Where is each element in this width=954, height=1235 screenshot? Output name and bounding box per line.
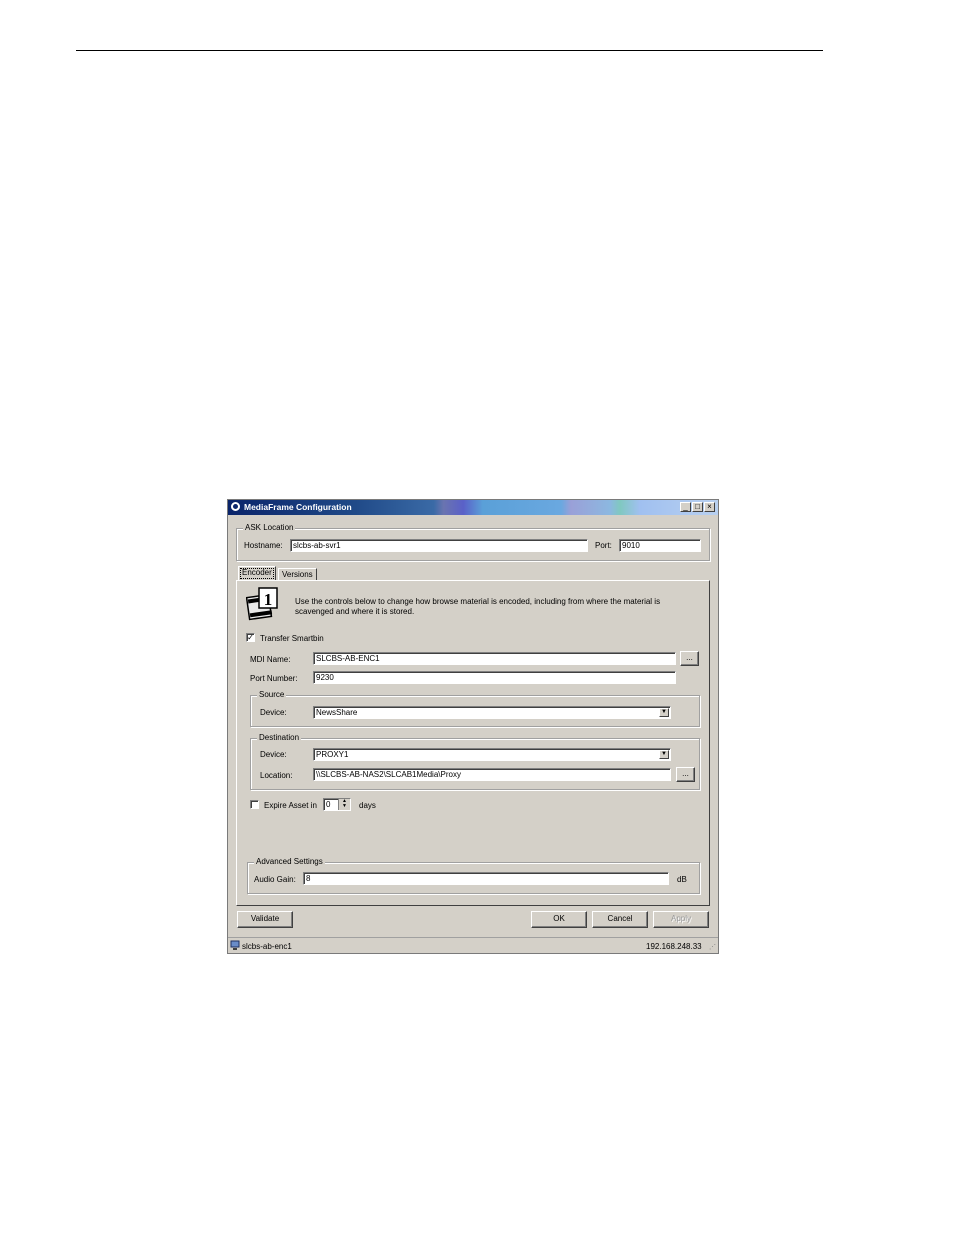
- encoder-film-icon: 1: [246, 587, 278, 621]
- cancel-button[interactable]: Cancel: [592, 911, 648, 928]
- window-title: MediaFrame Configuration: [244, 502, 352, 512]
- destination-device-label: Device:: [260, 750, 287, 759]
- tab-encoder[interactable]: Encoder: [238, 566, 276, 581]
- destination-legend: Destination: [257, 733, 302, 742]
- days-label: days: [359, 801, 376, 810]
- tab-encoder-label: Encoder: [242, 568, 272, 577]
- destination-device-select[interactable]: PROXY1 ▼: [313, 748, 671, 761]
- ask-location-group: ASK Location Hostname: slcbs-ab-svr1 Por…: [236, 523, 710, 561]
- encoder-tab-panel: 1 Use the controls below to change how b…: [236, 580, 710, 906]
- apply-button[interactable]: Apply: [653, 911, 709, 928]
- encoder-description: Use the controls below to change how bro…: [295, 597, 661, 616]
- port-label: Port:: [595, 541, 612, 550]
- source-group: Source Device: NewsShare ▼: [250, 690, 700, 727]
- expire-days-value: 0: [326, 800, 331, 809]
- tab-versions-label: Versions: [282, 570, 313, 579]
- ok-button[interactable]: OK: [531, 911, 587, 928]
- validate-button[interactable]: Validate: [237, 911, 293, 928]
- source-device-select[interactable]: NewsShare ▼: [313, 706, 671, 719]
- resize-grip-icon[interactable]: ⋰: [709, 943, 716, 951]
- advanced-settings-group: Advanced Settings Audio Gain: 8 dB: [247, 857, 700, 894]
- destination-location-input[interactable]: \\SLCBS-AB-NAS2\SLCAB1Media\Proxy: [313, 768, 671, 781]
- status-ip: 192.168.248.33: [646, 942, 702, 951]
- expire-asset-checkbox[interactable]: [250, 800, 259, 809]
- expire-days-input[interactable]: 0 ▲ ▼: [323, 798, 351, 811]
- location-browse-button[interactable]: ...: [676, 767, 695, 782]
- port-input[interactable]: 9010: [619, 539, 701, 552]
- hostname-input[interactable]: slcbs-ab-svr1: [290, 539, 588, 552]
- computer-icon: [230, 940, 240, 950]
- ask-location-legend: ASK Location: [243, 523, 296, 532]
- chevron-down-icon[interactable]: ▼: [659, 750, 669, 759]
- mdi-browse-button[interactable]: ...: [680, 651, 699, 666]
- maximize-button[interactable]: □: [692, 502, 703, 512]
- port-number-label: Port Number:: [250, 674, 298, 683]
- destination-location-label: Location:: [260, 771, 293, 780]
- close-button[interactable]: ×: [704, 502, 715, 512]
- app-icon: [231, 502, 240, 511]
- audio-gain-label: Audio Gain:: [254, 875, 296, 884]
- destination-group: Destination Device: PROXY1 ▼ Location: \…: [250, 733, 700, 790]
- destination-device-value: PROXY1: [316, 750, 349, 759]
- audio-gain-input[interactable]: 8: [303, 872, 669, 885]
- source-device-label: Device:: [260, 708, 287, 717]
- db-label: dB: [677, 875, 687, 884]
- mdi-name-label: MDI Name:: [250, 655, 291, 664]
- status-bar: slcbs-ab-enc1 192.168.248.33 ⋰: [228, 937, 718, 954]
- transfer-smartbin-label: Transfer Smartbin: [260, 634, 324, 643]
- source-legend: Source: [257, 690, 287, 699]
- advanced-settings-legend: Advanced Settings: [254, 857, 325, 866]
- expire-asset-label: Expire Asset in: [264, 801, 317, 810]
- source-device-value: NewsShare: [316, 708, 358, 717]
- page-top-rule: [76, 50, 823, 51]
- transfer-smartbin-checkbox[interactable]: ✓: [246, 633, 255, 642]
- hostname-label: Hostname:: [244, 541, 283, 550]
- minimize-button[interactable]: _: [680, 502, 691, 512]
- status-host: slcbs-ab-enc1: [242, 942, 292, 951]
- svg-text:1: 1: [264, 590, 273, 609]
- mdi-name-input[interactable]: SLCBS-AB-ENC1: [313, 652, 676, 665]
- spin-arrows-icon[interactable]: ▲ ▼: [338, 799, 350, 810]
- port-number-input[interactable]: 9230: [313, 671, 676, 684]
- chevron-down-icon[interactable]: ▼: [659, 708, 669, 717]
- title-bar[interactable]: MediaFrame Configuration _ □ ×: [228, 500, 718, 515]
